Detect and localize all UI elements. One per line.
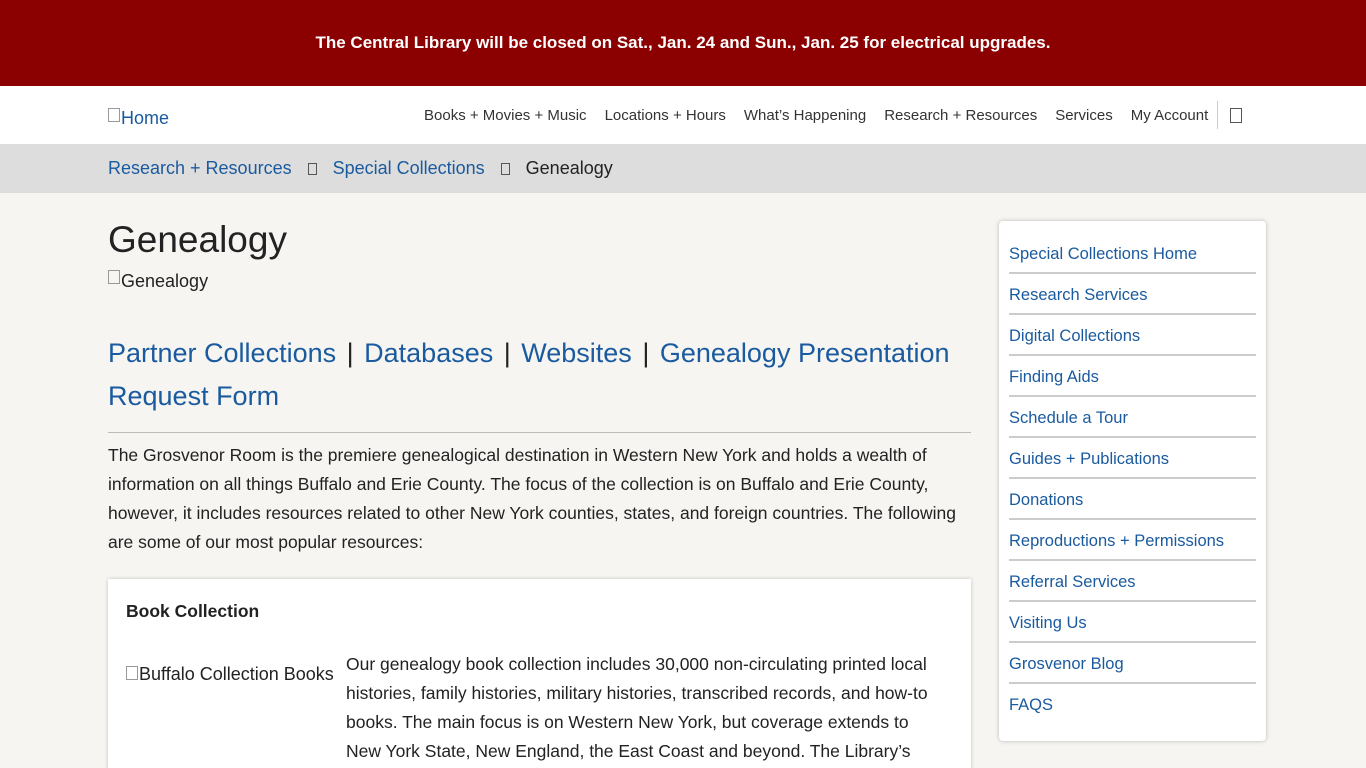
breadcrumb-current: Genealogy bbox=[525, 158, 613, 178]
nav-research-resources[interactable]: Research + Resources bbox=[875, 107, 1046, 124]
nav-whats-happening[interactable]: What’s Happening bbox=[735, 107, 875, 124]
breadcrumb-research-resources[interactable]: Research + Resources bbox=[108, 158, 292, 179]
card-text: Our genealogy book collection includes 3… bbox=[346, 654, 928, 761]
sidebar-item-reproductions-permissions[interactable]: Reproductions + Permissions bbox=[1009, 528, 1256, 561]
broken-image-icon bbox=[108, 269, 120, 284]
jump-links: Partner Collections | Databases | Websit… bbox=[108, 332, 971, 433]
main-nav: Books + Movies + Music Locations + Hours… bbox=[415, 86, 1243, 144]
card-body: Buffalo Collection Books Our genealogy b… bbox=[126, 650, 953, 766]
nav-my-account[interactable]: My Account bbox=[1122, 107, 1218, 124]
jump-link-databases[interactable]: Databases bbox=[364, 338, 493, 368]
breadcrumb: Research + Resources Special Collections… bbox=[108, 144, 613, 193]
nav-services[interactable]: Services bbox=[1046, 107, 1122, 124]
title-image: Genealogy bbox=[108, 269, 971, 292]
book-collection-card: Book Collection Buffalo Collection Books… bbox=[108, 579, 971, 768]
site-header: Home Books + Movies + Music Locations + … bbox=[0, 86, 1366, 144]
content-area: Genealogy Genealogy Partner Collections … bbox=[0, 193, 1366, 768]
breadcrumb-special-collections[interactable]: Special Collections bbox=[333, 158, 485, 179]
card-image-alt: Buffalo Collection Books bbox=[139, 664, 334, 684]
jump-link-partner-collections[interactable]: Partner Collections bbox=[108, 338, 336, 368]
jump-link-websites[interactable]: Websites bbox=[521, 338, 632, 368]
pipe-separator: | bbox=[496, 338, 519, 368]
page-title: Genealogy bbox=[108, 219, 287, 260]
sidebar-item-donations[interactable]: Donations bbox=[1009, 487, 1256, 520]
sidebar-item-research-services[interactable]: Research Services bbox=[1009, 282, 1256, 315]
alert-text: The Central Library will be closed on Sa… bbox=[315, 33, 1051, 52]
sidebar-item-grosvenor-blog[interactable]: Grosvenor Blog bbox=[1009, 651, 1256, 684]
title-image-alt: Genealogy bbox=[121, 271, 209, 291]
pipe-separator: | bbox=[634, 338, 657, 368]
broken-image-icon bbox=[126, 666, 138, 680]
sidebar-item-digital-collections[interactable]: Digital Collections bbox=[1009, 323, 1256, 356]
card-title: Book Collection bbox=[126, 601, 260, 621]
alert-banner: The Central Library will be closed on Sa… bbox=[0, 0, 1366, 86]
main-column: Genealogy Genealogy Partner Collections … bbox=[108, 193, 971, 768]
home-logo-link[interactable]: Home bbox=[108, 107, 170, 129]
nav-divider bbox=[1217, 101, 1219, 129]
nav-locations-hours[interactable]: Locations + Hours bbox=[596, 107, 735, 124]
sidebar-item-visiting-us[interactable]: Visiting Us bbox=[1009, 610, 1256, 643]
sidebar-item-finding-aids[interactable]: Finding Aids bbox=[1009, 364, 1256, 397]
pipe-separator: | bbox=[339, 338, 362, 368]
sidebar-item-guides-publications[interactable]: Guides + Publications bbox=[1009, 446, 1256, 479]
home-logo-alt: Home bbox=[121, 108, 170, 128]
broken-image-icon bbox=[108, 107, 120, 122]
chevron-right-icon bbox=[307, 162, 317, 175]
intro-paragraph: The Grosvenor Room is the premiere genea… bbox=[108, 445, 956, 552]
card-image: Buffalo Collection Books bbox=[126, 660, 346, 766]
sidebar-item-special-collections-home[interactable]: Special Collections Home bbox=[1009, 241, 1256, 274]
sidebar-item-referral-services[interactable]: Referral Services bbox=[1009, 569, 1256, 602]
chevron-right-icon bbox=[500, 162, 510, 175]
search-icon[interactable] bbox=[1230, 107, 1243, 123]
sidebar-item-faqs[interactable]: FAQS bbox=[1009, 692, 1256, 723]
sidebar-nav: Special Collections Home Research Servic… bbox=[999, 221, 1266, 741]
breadcrumb-bar: Research + Resources Special Collections… bbox=[0, 144, 1366, 193]
sidebar-item-schedule-tour[interactable]: Schedule a Tour bbox=[1009, 405, 1256, 438]
nav-books-movies-music[interactable]: Books + Movies + Music bbox=[415, 107, 596, 124]
